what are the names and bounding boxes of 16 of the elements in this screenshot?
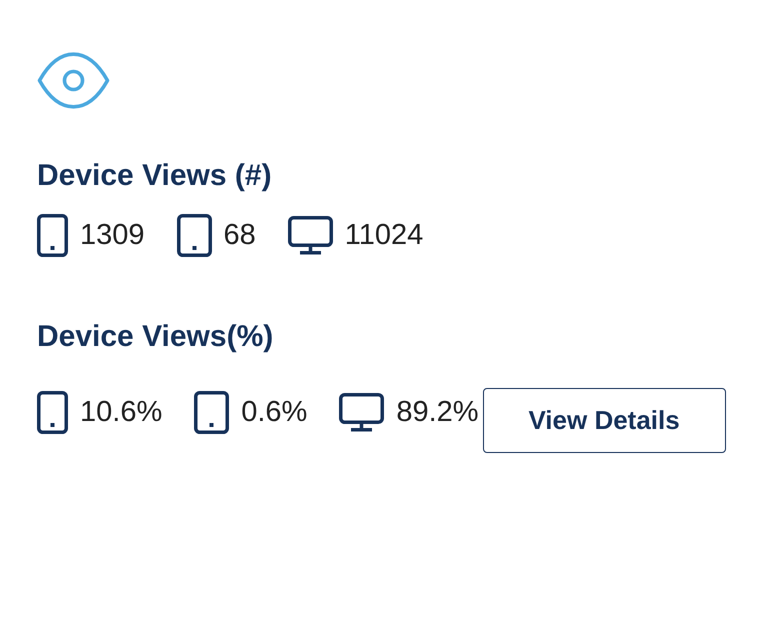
eye-icon: [37, 52, 110, 109]
phone-icon: [37, 390, 68, 434]
view-stat: 10.6%: [80, 395, 162, 429]
view-stat: 89.2%: [396, 395, 479, 429]
desktop-monitor-icon: [288, 216, 333, 254]
tablet-icon: [176, 214, 212, 256]
phone-icon: [37, 214, 68, 256]
section-heading: Device Views(%): [37, 319, 274, 355]
view-stat: 68: [224, 218, 256, 252]
desktop-monitor-icon: [339, 392, 384, 432]
view-stat: 1309: [80, 218, 145, 252]
view-stat: 11024: [344, 218, 424, 252]
view-stat: 0.6%: [241, 395, 308, 429]
section-heading: Device Views (#): [37, 158, 272, 194]
view-details-button[interactable]: View Details: [482, 388, 726, 453]
tablet-icon: [194, 390, 230, 434]
